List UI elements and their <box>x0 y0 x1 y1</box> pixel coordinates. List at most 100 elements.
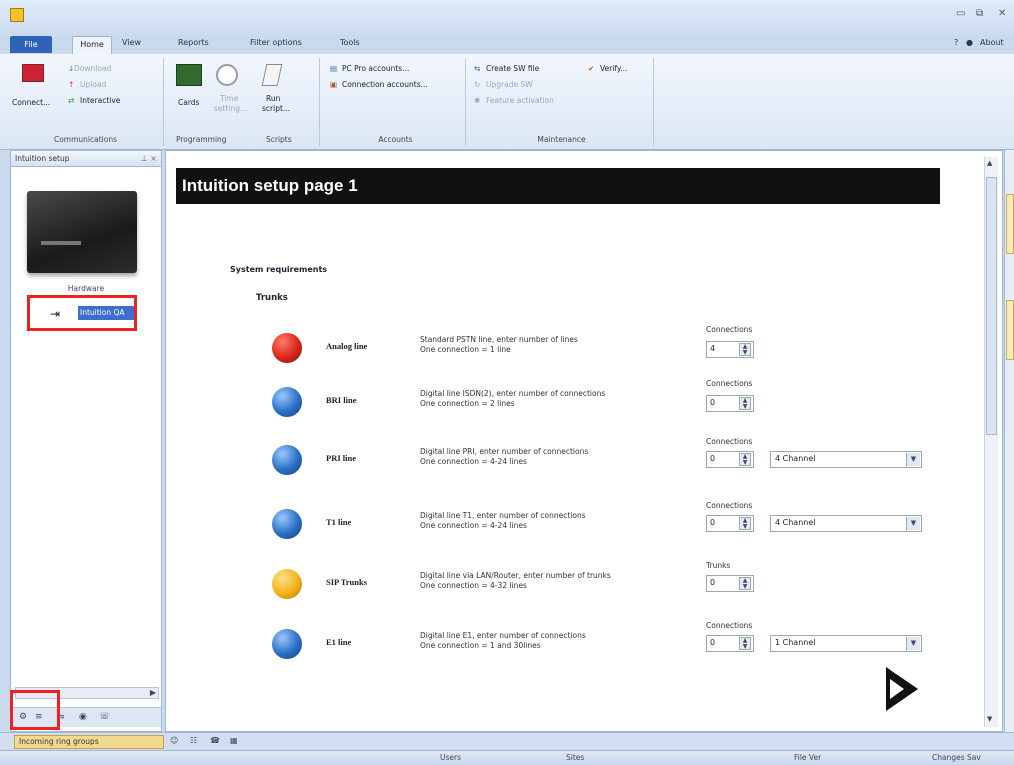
phone-book-icon[interactable]: ☎ <box>210 736 220 745</box>
about-link[interactable]: About <box>980 38 1004 47</box>
close-button[interactable]: ✕ <box>998 8 1006 19</box>
tab-reports[interactable]: Reports <box>178 38 209 47</box>
panel-pin-close-icon[interactable]: ⊥ × <box>141 151 157 167</box>
hardware-device-image[interactable] <box>27 191 137 273</box>
connection-accounts-icon: ▣ <box>330 80 338 89</box>
trunk-row-analog: Analog line Standard PSTN line, enter nu… <box>166 325 966 375</box>
status-file-version: File Ver <box>794 753 822 762</box>
time-setting-line2[interactable]: setting... <box>214 104 247 113</box>
users-icon[interactable]: ☺ <box>170 736 178 745</box>
hardware-label: Hardware <box>67 284 105 293</box>
line-description-sub: One connection = 1 and 30lines <box>420 641 541 650</box>
minimize-button[interactable]: ▭ <box>956 8 965 19</box>
spinner-arrows-icon[interactable]: ▲ ▼ <box>739 577 751 590</box>
scroll-down-icon[interactable]: ▼ <box>987 715 992 723</box>
connections-spinner[interactable]: 0 ▲ ▼ <box>706 635 754 652</box>
tree-highlight-box: ⇥ Intuition QA <box>27 295 137 331</box>
cards-button[interactable]: Cards <box>178 98 199 107</box>
connection-accounts-button[interactable]: Connection accounts... <box>342 80 428 89</box>
line-description-sub: One connection = 4-32 lines <box>420 581 527 590</box>
restore-button[interactable]: ⧉ <box>976 8 983 19</box>
spinner-arrows-icon[interactable]: ▲ ▼ <box>739 517 751 530</box>
connections-spinner[interactable]: 4 ▲ ▼ <box>706 341 754 358</box>
ribbon-group-maintenance: ⇆ Create SW file ✔ Verify... ↻ Upgrade S… <box>470 58 654 146</box>
spinner-arrows-icon[interactable]: ▲ ▼ <box>739 637 751 650</box>
status-sites: Sites <box>566 753 585 762</box>
feature-activation-button[interactable]: Feature activation <box>486 96 554 105</box>
line-description: Digital line T1, enter number of connect… <box>420 511 586 520</box>
vertical-scrollbar[interactable]: ▲ ▼ <box>984 157 998 727</box>
verify-icon: ✔ <box>588 64 595 73</box>
channel-select[interactable]: 4 Channel ▼ <box>770 515 922 532</box>
spinner-arrows-icon[interactable]: ▲ ▼ <box>739 453 751 466</box>
about-icon[interactable]: ● <box>966 38 973 47</box>
globe-icon[interactable]: ◉ <box>79 712 87 722</box>
spinner-arrows-icon[interactable]: ▲ ▼ <box>739 343 751 356</box>
connections-spinner[interactable]: 0 ▲ ▼ <box>706 451 754 468</box>
document-tab-bar: Incoming ring groups ☺ ☷ ☎ ▦ <box>0 732 1014 750</box>
chevron-down-icon[interactable]: ▼ <box>906 453 920 466</box>
system-requirements-label: System requirements <box>230 265 328 274</box>
connections-spinner[interactable]: 0 ▲ ▼ <box>706 395 754 412</box>
next-page-arrow-icon[interactable] <box>886 667 918 711</box>
extensions-icon[interactable]: ☷ <box>190 736 197 745</box>
tab-home[interactable]: Home <box>72 36 112 54</box>
app-icon <box>10 8 24 22</box>
line-description-sub: One connection = 1 line <box>420 345 511 354</box>
trunks-spinner[interactable]: 0 ▲ ▼ <box>706 575 754 592</box>
spinner-value: 0 <box>710 578 716 587</box>
gear-highlight-box <box>10 690 60 730</box>
docked-tab-2[interactable] <box>1006 300 1014 360</box>
connections-spinner[interactable]: 0 ▲ ▼ <box>706 515 754 532</box>
phone-icon[interactable]: ☏ <box>99 712 110 722</box>
help-icon[interactable]: ? <box>954 38 958 47</box>
line-description: Digital line via LAN/Router, enter numbe… <box>420 571 611 580</box>
maintenance-label: Maintenance <box>537 135 586 144</box>
upgrade-sw-button[interactable]: Upgrade SW <box>486 80 533 89</box>
tree-node-intuition-qa[interactable]: Intuition QA <box>78 306 134 320</box>
tab-view[interactable]: View <box>122 38 141 47</box>
chevron-down-icon[interactable]: ▼ <box>906 637 920 650</box>
interactive-button[interactable]: Interactive <box>80 96 120 105</box>
connect-button[interactable]: Connect... <box>12 98 50 107</box>
tab-tools[interactable]: Tools <box>340 38 360 47</box>
ribbon-tab-row: File Home View Reports Filter options To… <box>0 34 1014 54</box>
tab-filter-options[interactable]: Filter options <box>250 38 302 47</box>
chevron-down-icon[interactable]: ▼ <box>906 517 920 530</box>
line-name: E1 line <box>326 637 352 647</box>
spinner-value: 0 <box>710 398 716 407</box>
scrollbar-thumb[interactable] <box>986 177 997 435</box>
pc-pro-accounts-icon: ▤ <box>330 64 338 73</box>
docked-tab-1[interactable] <box>1006 194 1014 254</box>
pc-pro-accounts-button[interactable]: PC Pro accounts... <box>342 64 409 73</box>
tab-incoming-ring-groups[interactable]: Incoming ring groups <box>14 735 164 749</box>
scroll-up-icon[interactable]: ▲ <box>987 159 992 167</box>
line-name: Analog line <box>326 341 368 351</box>
grid-icon[interactable]: ▦ <box>230 736 238 745</box>
sip-trunks-icon <box>272 569 302 599</box>
run-script-line2[interactable]: script... <box>262 104 290 113</box>
channel-select[interactable]: 1 Channel ▼ <box>770 635 922 652</box>
upload-icon: ↑ <box>68 80 75 89</box>
spinner-value: 0 <box>710 638 716 647</box>
panel-header: Intuition setup ⊥ × <box>11 151 161 167</box>
scroll-right-icon[interactable]: ▶ <box>150 688 156 697</box>
channel-select[interactable]: 4 Channel ▼ <box>770 451 922 468</box>
download-button[interactable]: Download <box>74 64 111 73</box>
trunks-label: Trunks <box>706 561 731 570</box>
spinner-arrows-icon[interactable]: ▲ ▼ <box>739 397 751 410</box>
time-setting-line1[interactable]: Time <box>220 94 238 103</box>
ribbon-group-communications: Connect... Download ↓ ↑ Upload ⇄ Interac… <box>8 58 164 146</box>
ribbon-group-accounts: ▤ PC Pro accounts... ▣ Connection accoun… <box>326 58 466 146</box>
channel-select-value: 4 Channel <box>775 518 816 527</box>
spinner-value: 0 <box>710 518 716 527</box>
trunk-row-pri: PRI line Digital line PRI, enter number … <box>166 437 966 487</box>
tab-file[interactable]: File <box>10 36 52 53</box>
run-script-line1[interactable]: Run <box>266 94 280 103</box>
verify-button[interactable]: Verify... <box>600 64 627 73</box>
line-name: PRI line <box>326 453 356 463</box>
analog-line-icon <box>272 333 302 363</box>
upload-button[interactable]: Upload <box>80 80 106 89</box>
pri-line-icon <box>272 445 302 475</box>
create-sw-file-button[interactable]: Create SW file <box>486 64 539 73</box>
